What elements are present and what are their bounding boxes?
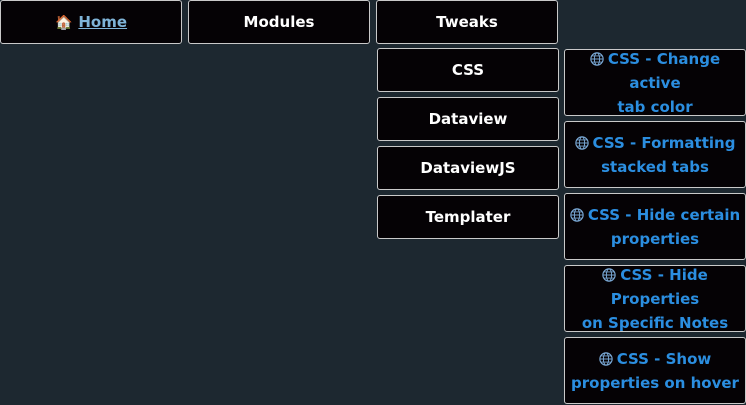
css-link-formatting-stacked-tabs[interactable]: CSS - Formatting stacked tabs: [564, 121, 746, 188]
css-link-hide-certain-properties[interactable]: CSS - Hide certain properties: [564, 193, 746, 260]
css-link-change-active-tab-color[interactable]: CSS - Change active tab color: [564, 49, 746, 116]
globe-icon: [602, 267, 616, 282]
css-link-text: CSS - Formatting stacked tabs: [574, 131, 735, 179]
css-link-text: CSS - Show properties on hover: [571, 349, 739, 392]
globe-icon: [599, 351, 613, 366]
menu-item-label: Dataview: [428, 110, 508, 128]
home-label: Home: [78, 12, 128, 31]
css-link-text: CSS - Hide certain properties: [570, 203, 740, 251]
menu-item-label: CSS: [451, 61, 485, 79]
css-link-text: CSS - Hide Properties on Specific Notes: [581, 265, 729, 332]
globe-icon: [570, 207, 584, 222]
tweaks-button[interactable]: Tweaks: [376, 0, 558, 44]
globe-icon: [574, 135, 589, 150]
menu-item-label: Templater: [425, 208, 511, 226]
css-link-hide-properties-on-specific-notes[interactable]: CSS - Hide Properties on Specific Notes: [564, 265, 746, 332]
modules-button[interactable]: Modules: [188, 0, 370, 44]
menu-item-dataviewjs[interactable]: DataviewJS: [377, 146, 559, 190]
modules-label: Modules: [243, 13, 315, 31]
css-link-text: CSS - Change active tab color: [567, 47, 743, 119]
menu-item-dataview[interactable]: Dataview: [377, 97, 559, 141]
css-link-show-properties-on-hover[interactable]: CSS - Show properties on hover: [564, 337, 746, 404]
menu-item-label: DataviewJS: [420, 159, 516, 177]
menu-item-css[interactable]: CSS: [377, 48, 559, 92]
menu-item-templater[interactable]: Templater: [377, 195, 559, 239]
home-button[interactable]: 🏠 Home: [0, 0, 182, 44]
house-icon: 🏠: [54, 14, 73, 31]
tweaks-label: Tweaks: [436, 13, 498, 31]
globe-icon: [590, 51, 604, 66]
home-link[interactable]: 🏠 Home: [55, 10, 127, 35]
